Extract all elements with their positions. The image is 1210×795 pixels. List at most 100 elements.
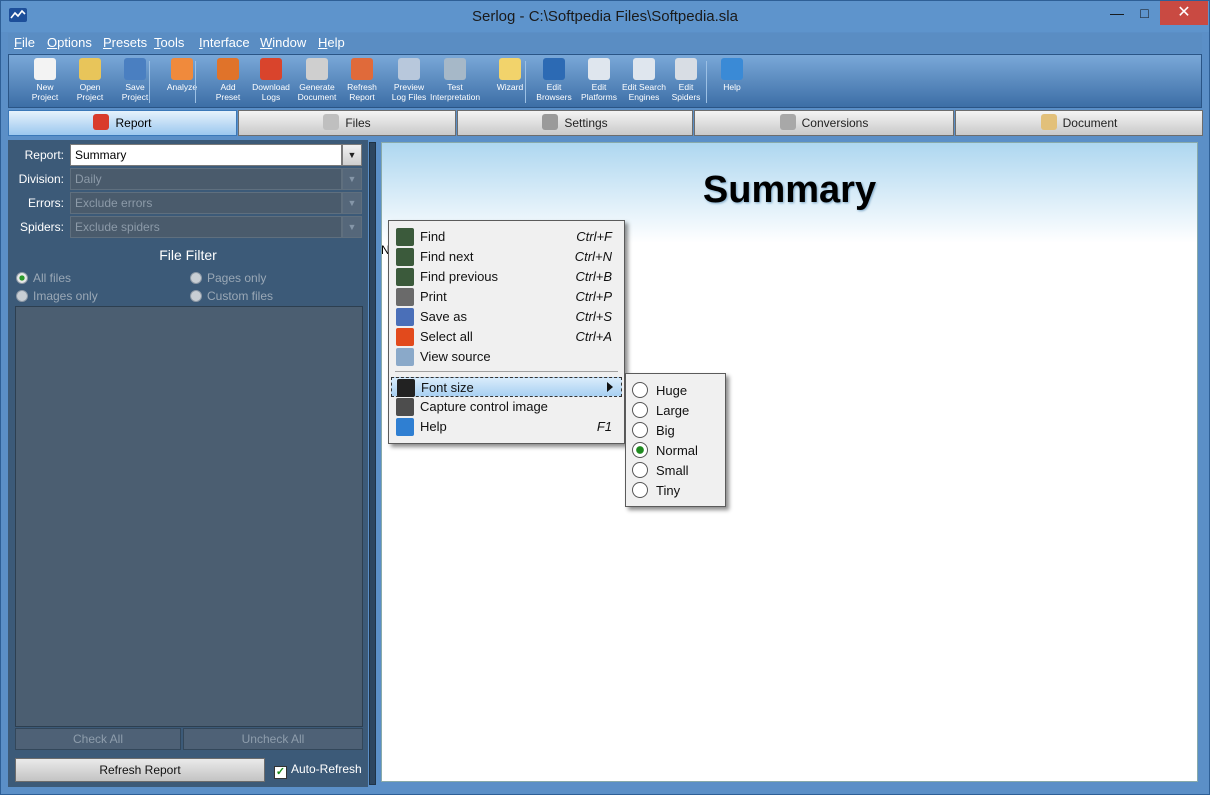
- menu-tools[interactable]: Tools: [154, 35, 184, 50]
- report-row: Report: Summary ▼: [8, 144, 368, 166]
- tab-document[interactable]: Document: [955, 110, 1203, 136]
- menu-help[interactable]: Help: [318, 35, 345, 50]
- toolbar-label: Document: [297, 92, 337, 102]
- radio-empty-icon: [632, 482, 648, 498]
- menu-window[interactable]: Window: [260, 35, 306, 50]
- radio-images-only[interactable]: Images only: [16, 289, 98, 303]
- font-size-option-normal[interactable]: Normal: [632, 442, 698, 458]
- radio-empty-icon: [190, 272, 202, 284]
- menu-options[interactable]: Options: [47, 35, 92, 50]
- menu-interface[interactable]: Interface: [199, 35, 250, 50]
- report-select[interactable]: Summary: [70, 144, 342, 166]
- errors-row: Errors: Exclude errors ▼: [8, 192, 368, 214]
- edit-browsers-icon: [543, 58, 565, 80]
- report-pie-icon: [93, 114, 110, 130]
- open-project-icon: [79, 58, 101, 80]
- edit-platforms-icon: [588, 58, 610, 80]
- tab-conversions-label: Conversions: [801, 116, 869, 130]
- context-menu-shortcut: F1: [596, 419, 612, 434]
- context-menu-label: Save as: [420, 309, 467, 324]
- toolbar-button-0[interactable]: New Project: [22, 58, 68, 106]
- preview-log-files-icon: [398, 58, 420, 80]
- toolbar-label: Project: [76, 92, 104, 102]
- toolbar-button-9[interactable]: Test Interpretation: [427, 58, 483, 106]
- tab-conversions[interactable]: Conversions: [694, 110, 954, 136]
- errors-dropdown-arrow-icon[interactable]: ▼: [342, 192, 362, 214]
- font-size-option-small[interactable]: Small: [632, 462, 689, 478]
- report-label: Report:: [24, 148, 64, 162]
- context-menu-item-find-next[interactable]: Find next Ctrl+N: [391, 247, 622, 267]
- radio-custom-files[interactable]: Custom files: [190, 289, 273, 303]
- spiders-select[interactable]: Exclude spiders: [70, 216, 342, 238]
- toolbar-button-12[interactable]: Edit Platforms: [576, 58, 622, 106]
- context-menu-label: Find previous: [420, 269, 499, 284]
- font-size-option-tiny[interactable]: Tiny: [632, 482, 680, 498]
- context-menu-label: Help: [420, 419, 447, 434]
- check-all-button[interactable]: Check All: [15, 728, 181, 750]
- context-menu-shortcut: Ctrl+F: [576, 229, 612, 244]
- context-menu-item-print[interactable]: Print Ctrl+P: [391, 287, 622, 307]
- font-size-option-label: Normal: [656, 443, 698, 458]
- toolbar-button-15[interactable]: Help: [709, 58, 755, 106]
- report-dropdown-arrow-icon[interactable]: ▼: [342, 144, 362, 166]
- context-menu-shortcut: Ctrl+P: [575, 289, 612, 304]
- toolbar: New Project Open Project Save Project Analyze A…: [8, 54, 1202, 108]
- tab-report[interactable]: Report: [8, 110, 237, 136]
- context-menu-item-capture-control-image[interactable]: Capture control image: [391, 397, 622, 417]
- context-menu-label: Find: [420, 229, 446, 244]
- tab-files[interactable]: Files: [238, 110, 456, 136]
- radio-custom-files-label: Custom files: [207, 289, 274, 303]
- tab-settings[interactable]: Settings: [457, 110, 693, 136]
- radio-all-files[interactable]: All files: [16, 271, 71, 285]
- menu-presets[interactable]: Presets: [103, 35, 147, 50]
- toolbar-button-6[interactable]: Generate Document: [292, 58, 342, 106]
- context-menu-label: Print: [420, 289, 447, 304]
- minimize-button[interactable]: —: [1104, 1, 1130, 25]
- context-menu-item-find-previous[interactable]: Find previous Ctrl+B: [391, 267, 622, 287]
- toolbar-button-1[interactable]: Open Project: [67, 58, 113, 106]
- uncheck-all-button[interactable]: Uncheck All: [183, 728, 363, 750]
- spiders-label: Spiders:: [19, 220, 64, 234]
- radio-empty-icon: [16, 290, 28, 302]
- toolbar-button-10[interactable]: Wizard: [487, 58, 533, 106]
- context-menu-item-help[interactable]: Help F1: [391, 417, 622, 437]
- toolbar-separator: [525, 61, 526, 103]
- toolbar-button-14[interactable]: Edit Spiders: [663, 58, 709, 106]
- toolbar-label: Download: [252, 82, 290, 92]
- maximize-button[interactable]: □: [1131, 1, 1158, 25]
- spiders-dropdown-arrow-icon[interactable]: ▼: [342, 216, 362, 238]
- font-size-option-huge[interactable]: Huge: [632, 382, 687, 398]
- generate-document-icon: [306, 58, 328, 80]
- wizard-icon: [499, 58, 521, 80]
- tab-document-label: Document: [1062, 116, 1118, 130]
- menu-file[interactable]: File: [14, 35, 35, 50]
- context-menu-item-view-source[interactable]: View source: [391, 347, 622, 367]
- font-size-option-big[interactable]: Big: [632, 422, 675, 438]
- toolbar-button-7[interactable]: Refresh Report: [337, 58, 387, 106]
- toolbar-button-2[interactable]: Save Project: [112, 58, 158, 106]
- context-menu: Find Ctrl+F Find next Ctrl+N Find previous Ct…: [388, 220, 625, 444]
- division-dropdown-arrow-icon[interactable]: ▼: [342, 168, 362, 190]
- context-menu-item-find[interactable]: Find Ctrl+F: [391, 227, 622, 247]
- toolbar-button-11[interactable]: Edit Browsers: [531, 58, 577, 106]
- toolbar-button-3[interactable]: Analyze: [159, 58, 205, 106]
- context-menu-item-save-as[interactable]: Save as Ctrl+S: [391, 307, 622, 327]
- refresh-report-button[interactable]: Refresh Report: [15, 758, 265, 782]
- radio-pages-only[interactable]: Pages only: [190, 271, 266, 285]
- context-menu-item-select-all[interactable]: Select all Ctrl+A: [391, 327, 622, 347]
- pane-splitter[interactable]: [369, 142, 376, 785]
- toolbar-separator: [706, 61, 707, 103]
- toolbar-button-5[interactable]: Download Logs: [245, 58, 297, 106]
- radio-all-files-label: All files: [33, 271, 72, 285]
- context-menu-item-font-size[interactable]: Font size: [391, 377, 622, 397]
- errors-label: Errors:: [28, 196, 64, 210]
- division-select[interactable]: Daily: [70, 168, 342, 190]
- font-size-option-large[interactable]: Large: [632, 402, 689, 418]
- errors-select[interactable]: Exclude errors: [70, 192, 342, 214]
- select-all-icon: [396, 328, 414, 346]
- auto-refresh-checkbox[interactable]: ✓ Auto-Refresh: [274, 762, 362, 779]
- close-button[interactable]: ✕: [1160, 1, 1208, 25]
- toolbar-label: Generate: [299, 82, 335, 92]
- file-list[interactable]: [15, 306, 363, 727]
- edit-search-engines-icon: [633, 58, 655, 80]
